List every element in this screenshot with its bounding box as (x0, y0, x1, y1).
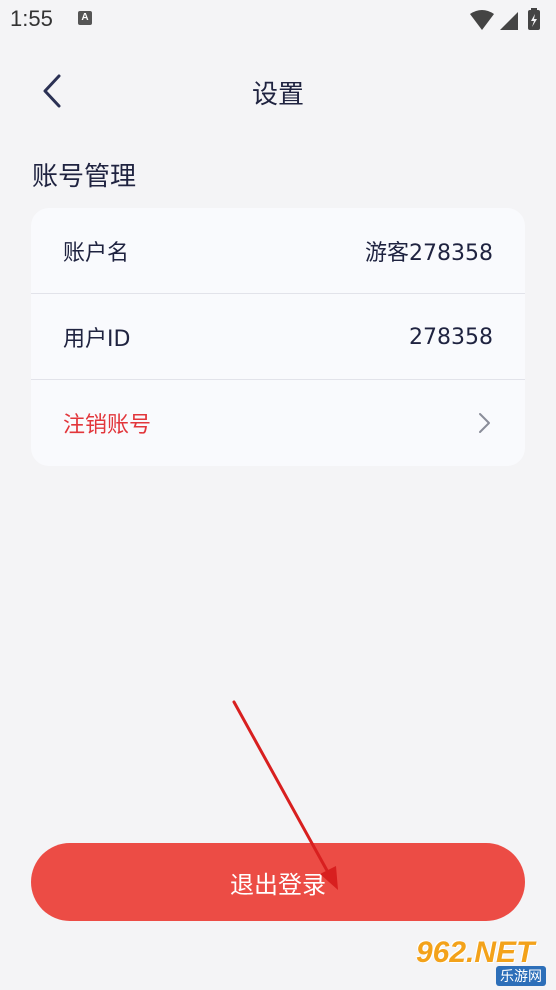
watermark-subtitle: 乐游网 (496, 966, 546, 986)
section-title: 账号管理 (32, 162, 137, 192)
battery-icon (528, 8, 540, 30)
signal-icon (500, 12, 518, 30)
chevron-right-icon (479, 413, 490, 433)
status-icons (468, 8, 548, 36)
status-time: 1:55 (10, 6, 53, 31)
user-id-row: 用户ID 278358 (31, 294, 525, 380)
watermark-logo: 962.NET (416, 936, 535, 969)
logout-button[interactable]: 退出登录 (31, 843, 525, 921)
account-card: 账户名 游客278358 用户ID 278358 注销账号 (31, 208, 525, 466)
account-name-value: 游客278358 (365, 241, 493, 266)
header: 设置 (0, 56, 556, 126)
delete-account-row[interactable]: 注销账号 (31, 380, 525, 466)
notification-badge: A (78, 11, 92, 25)
annotation-arrow (232, 700, 338, 890)
account-name-row: 账户名 游客278358 (31, 208, 525, 294)
watermark: 962.NET 乐游网 (412, 936, 552, 986)
account-name-label: 账户名 (63, 241, 130, 266)
wifi-icon (470, 10, 494, 30)
user-id-value: 278358 (409, 324, 493, 350)
page-title: 设置 (251, 80, 304, 110)
delete-account-label: 注销账号 (63, 413, 152, 438)
user-id-label: 用户ID (63, 327, 131, 352)
status-bar: 1:55 A (0, 0, 556, 40)
